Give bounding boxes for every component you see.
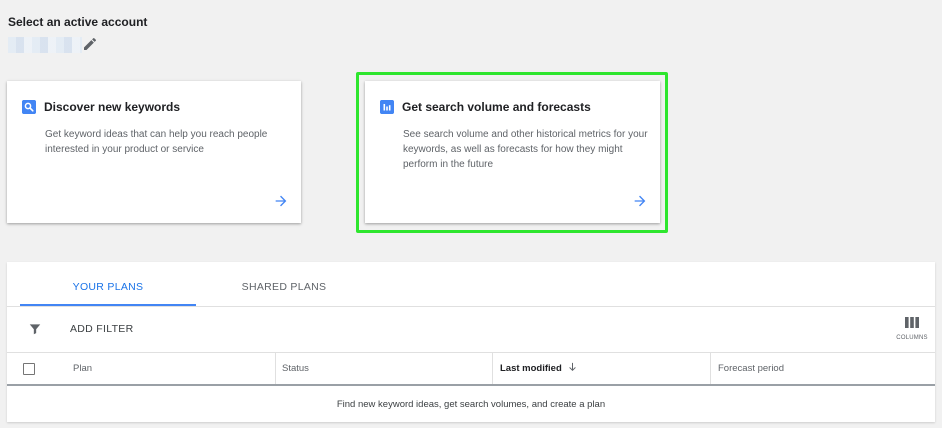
- card-description: Get keyword ideas that can help you reac…: [45, 129, 268, 155]
- add-filter-button[interactable]: ADD FILTER: [70, 323, 133, 335]
- account-section-title: Select an active account: [8, 15, 148, 29]
- discover-keywords-card[interactable]: Discover new keywords Get keyword ideas …: [7, 81, 301, 223]
- tab-your-plans[interactable]: YOUR PLANS: [20, 262, 196, 306]
- columns-icon: [905, 317, 919, 328]
- card-title: Get search volume and forecasts: [402, 100, 591, 114]
- select-all-checkbox[interactable]: [23, 363, 35, 375]
- table-header-row: Plan Status Last modified Forecast perio…: [7, 353, 935, 385]
- search-icon: [22, 100, 36, 114]
- tab-shared-plans[interactable]: SHARED PLANS: [196, 262, 372, 306]
- bar-chart-icon: [380, 100, 394, 114]
- search-volume-forecasts-card[interactable]: Get search volume and forecasts See sear…: [365, 81, 660, 223]
- columns-label: COLUMNS: [896, 335, 928, 341]
- card-description: See search volume and other historical m…: [403, 129, 648, 170]
- arrow-right-icon[interactable]: [273, 193, 289, 209]
- tabs-divider: [7, 306, 935, 307]
- pencil-icon[interactable]: [82, 36, 98, 52]
- column-header-plan[interactable]: Plan: [73, 353, 92, 385]
- columns-button[interactable]: COLUMNS: [895, 317, 929, 347]
- plans-panel: YOUR PLANS SHARED PLANS ADD FILTER COLUM…: [7, 262, 935, 422]
- column-header-label: Last modified: [500, 363, 562, 374]
- column-header-last-modified[interactable]: Last modified: [492, 353, 710, 385]
- empty-state-message: Find new keyword ideas, get search volum…: [336, 399, 606, 410]
- column-header-status[interactable]: Status: [275, 353, 493, 385]
- arrow-down-icon: [568, 362, 576, 372]
- card-title: Discover new keywords: [44, 100, 181, 114]
- column-header-forecast-period[interactable]: Forecast period: [710, 353, 935, 385]
- filter-icon[interactable]: [28, 322, 42, 336]
- header-divider: [7, 384, 935, 386]
- account-name-redacted[interactable]: [8, 37, 82, 53]
- arrow-right-icon[interactable]: [632, 193, 648, 209]
